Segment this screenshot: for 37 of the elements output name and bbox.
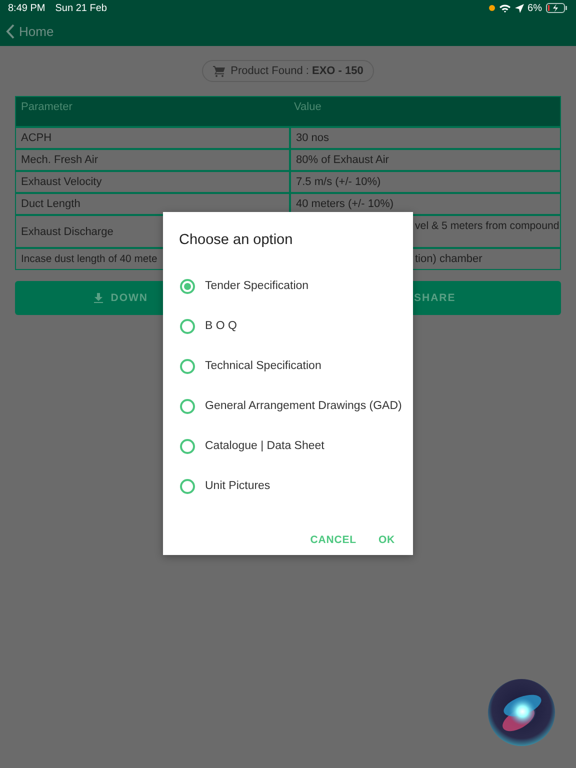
- radio-button[interactable]: [180, 318, 195, 334]
- radio-button[interactable]: [180, 438, 195, 454]
- radio-option[interactable]: Unit Pictures: [163, 466, 413, 506]
- table-cell: Mech. Fresh Air: [21, 154, 98, 166]
- battery-percent: 6%: [528, 2, 542, 14]
- table-cell: Duct Length: [21, 198, 80, 210]
- status-time: 8:49 PM: [8, 2, 46, 14]
- table-cell: vel & 5 meters from compound: [415, 220, 560, 232]
- radio-button[interactable]: [180, 478, 195, 494]
- product-found-chip: Product Found : EXO - 150: [202, 60, 374, 82]
- table-cell: ACPH: [21, 132, 52, 144]
- table-cell: 30 nos: [296, 132, 330, 144]
- table-cell: Exhaust Velocity: [21, 176, 102, 188]
- radio-option[interactable]: Catalogue | Data Sheet: [163, 426, 413, 466]
- table-cell: Incase dust length of 40 mete: [21, 254, 158, 264]
- radio-button[interactable]: [180, 358, 195, 374]
- table-cell: 7.5 m/s (+/- 10%): [296, 176, 381, 188]
- radio-option[interactable]: General Arrangement Drawings (GAD): [163, 386, 413, 426]
- radio-option[interactable]: Technical Specification: [163, 346, 413, 386]
- column-header: Value: [293, 100, 322, 115]
- status-date: Sun 21 Feb: [55, 2, 107, 14]
- wifi-icon: [498, 4, 511, 12]
- table-cell: tion) chamber: [415, 253, 482, 265]
- table-cell: Exhaust Discharge: [21, 226, 114, 238]
- radio-button[interactable]: [180, 278, 195, 294]
- assistant-orb-icon[interactable]: [487, 678, 556, 747]
- cart-icon: [212, 66, 225, 76]
- radio-button[interactable]: [180, 398, 195, 414]
- dialog-title: Choose an option: [178, 232, 294, 248]
- table-cell: 80% of Exhaust Air: [296, 154, 389, 166]
- column-header: Parameter: [20, 100, 74, 115]
- download-icon: [94, 293, 103, 303]
- location-arrow-icon: [514, 4, 524, 12]
- chevron-left-icon: [6, 24, 15, 38]
- battery-charging-icon: [546, 3, 568, 13]
- recording-dot-icon: [488, 5, 495, 11]
- table-cell: 40 meters (+/- 10%): [296, 198, 394, 210]
